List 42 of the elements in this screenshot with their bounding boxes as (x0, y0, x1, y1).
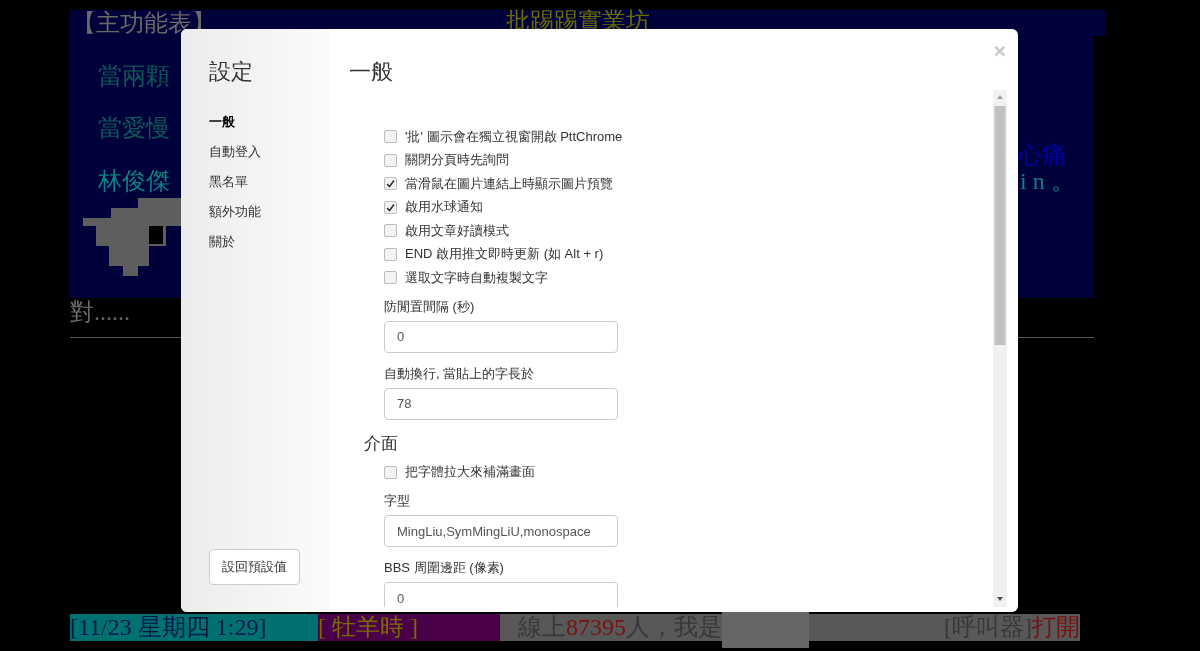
checkbox-label: 啟用水球通知 (405, 198, 483, 217)
checkbox[interactable] (384, 200, 397, 214)
terminal-text: in。 (1020, 167, 1081, 194)
terminal-text: 當兩顆 (98, 62, 170, 89)
checkbox-label: 關閉分頁時先詢問 (405, 151, 509, 170)
terminal-text: 林俊傑 (98, 167, 170, 194)
input-field[interactable]: 0 (384, 320, 618, 353)
checkbox[interactable] (384, 465, 397, 479)
checkbox-label: 啟用文章好讀模式 (405, 221, 509, 240)
settings-title: 設定 (209, 58, 254, 86)
terminal-text: 當愛慢 (98, 115, 170, 142)
checkbox-label: END 啟用推文即時更新 (如 Alt + r) (405, 245, 604, 264)
input-field[interactable]: 78 (384, 387, 618, 420)
status-date: [11/23 星期四 1:29] (70, 614, 318, 641)
nav-item[interactable]: 自動登入 (209, 137, 330, 167)
field-label: 自動換行, 當貼上的字長於 (384, 364, 536, 383)
field-label: BBS 周圍邊距 (像素) (384, 559, 505, 577)
checkbox[interactable] (384, 224, 397, 238)
checkbox-label: 當滑鼠在圖片連結上時顯示圖片預覽 (405, 174, 613, 193)
checkbox-label: 選取文字時自動複製文字 (405, 268, 548, 287)
status-zodiac: [ 牡羊時 ] (318, 614, 500, 641)
checkbox-label: 把字體拉大來補滿畫面 (405, 463, 535, 482)
checkbox[interactable] (384, 271, 397, 285)
checkbox[interactable] (384, 130, 397, 144)
subsection-heading: 介面 (364, 432, 399, 455)
scrollbar[interactable] (993, 90, 1007, 607)
checkbox[interactable] (384, 247, 397, 261)
nav-item[interactable]: 關於 (209, 227, 330, 257)
nav-item[interactable]: 黑名單 (209, 167, 330, 197)
checkbox-label: '批' 圖示會在獨立視窗開啟 PttChrome (405, 127, 623, 146)
reset-defaults-button[interactable]: 設回預設值 (209, 549, 300, 585)
terminal-text: 對...... (70, 299, 130, 326)
checkbox[interactable] (384, 153, 397, 167)
input-field[interactable]: MingLiu,SymMingLiU,monospace (384, 515, 618, 547)
nav-item[interactable]: 一般 (209, 107, 330, 137)
terminal-text: 心痛 (1018, 141, 1066, 168)
field-label: 防閒置間隔 (秒) (384, 297, 476, 316)
field-label: 字型 (384, 492, 411, 510)
nav-item[interactable]: 額外功能 (209, 197, 330, 227)
checkbox[interactable] (384, 177, 397, 191)
section-heading: 一般 (349, 58, 394, 86)
input-field[interactable]: 0 (384, 582, 618, 607)
